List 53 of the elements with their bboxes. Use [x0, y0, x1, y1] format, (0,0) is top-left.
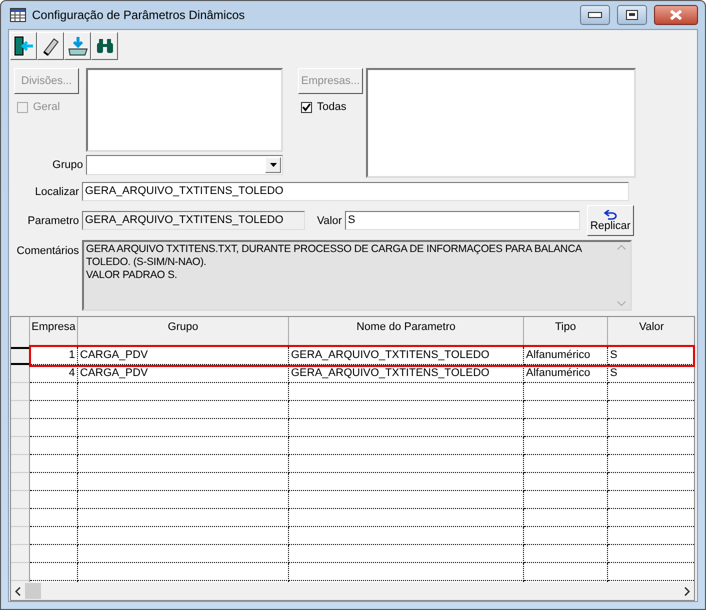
search-label: Localizar — [34, 186, 80, 198]
value-label: Valor — [317, 214, 342, 226]
column-header[interactable]: Empresa — [30, 317, 78, 347]
group-label: Grupo — [51, 159, 84, 171]
close-button[interactable] — [654, 5, 698, 25]
minimize-icon — [588, 12, 602, 18]
table-cell: GERA_ARQUIVO_TXTITENS_TOLEDO — [289, 365, 524, 383]
replicate-button[interactable]: Replicar — [586, 205, 634, 236]
search-field[interactable]: GERA_ARQUIVO_TXTITENS_TOLEDO — [82, 182, 629, 201]
exit-door-button[interactable] — [10, 32, 37, 60]
table-cell: GERA_ARQUIVO_TXTITENS_TOLEDO — [289, 347, 524, 365]
minimize-button[interactable] — [580, 5, 610, 25]
comments-label: Comentários — [16, 244, 80, 257]
row-indicator[interactable] — [11, 347, 30, 365]
dropdown-arrow-icon — [270, 163, 276, 167]
column-header[interactable]: Nome do Parametro — [289, 317, 524, 347]
scroll-left-icon[interactable] — [15, 586, 21, 596]
scroll-right-icon[interactable] — [684, 586, 690, 596]
table-cell: 1 — [30, 347, 78, 365]
divisions-list[interactable] — [86, 68, 283, 152]
group-dropdown[interactable] — [86, 155, 283, 175]
table-cell: CARGA_PDV — [78, 365, 289, 383]
comments-text: GERA ARQUIVO TXTITENS.TXT, DURANTE PROCESSO DE CARGA DE INFORMAÇOES PARA BALANCA TOLEDO. (S-SIM/N-NAO). VALOR PADRAO S. — [85, 242, 583, 283]
exit-door-icon — [12, 35, 34, 57]
parameter-field: GERA_ARQUIVO_TXTITENS_TOLEDO — [82, 211, 305, 230]
value-field[interactable]: S — [344, 211, 580, 230]
tray-download-icon — [66, 35, 88, 57]
undo-arrow-icon — [603, 210, 618, 220]
checkbox-label: Geral — [33, 101, 60, 113]
table-cell: Alfanumérico — [524, 347, 608, 365]
checkbox-label: Todas — [317, 101, 346, 113]
comments-box[interactable]: GERA ARQUIVO TXTITENS.TXT, DURANTE PROCESSO DE CARGA DE INFORMAÇOES PARA BALANCA TOLEDO. (S-SIM/N-NAO). VALOR PADRAO S. — [82, 240, 632, 311]
table-cell: Alfanumérico — [524, 365, 608, 383]
eraser-button[interactable] — [37, 32, 64, 60]
scroll-up-icon[interactable] — [617, 245, 626, 250]
maximize-button[interactable] — [617, 5, 647, 25]
companies-list[interactable] — [366, 68, 636, 178]
window-title: Configuração de Parâmetros Dinâmicos — [32, 8, 246, 22]
parameter-label: Parametro — [26, 214, 80, 226]
table-cell: 4 — [30, 365, 78, 383]
column-header[interactable]: Grupo — [78, 317, 289, 347]
column-header[interactable]: Valor — [608, 317, 694, 347]
maximize-icon — [626, 10, 638, 20]
scroll-down-icon[interactable] — [617, 301, 626, 306]
tray-download-button[interactable] — [64, 32, 91, 60]
table-icon — [10, 8, 26, 22]
table-cell: CARGA_PDV — [78, 347, 289, 365]
scrollbar-thumb[interactable] — [25, 583, 41, 599]
binoculars-button[interactable] — [91, 32, 118, 60]
table-cell: S — [608, 365, 694, 383]
close-icon — [668, 10, 684, 20]
table-cell: S — [608, 347, 694, 365]
column-header[interactable]: Tipo — [524, 317, 608, 347]
